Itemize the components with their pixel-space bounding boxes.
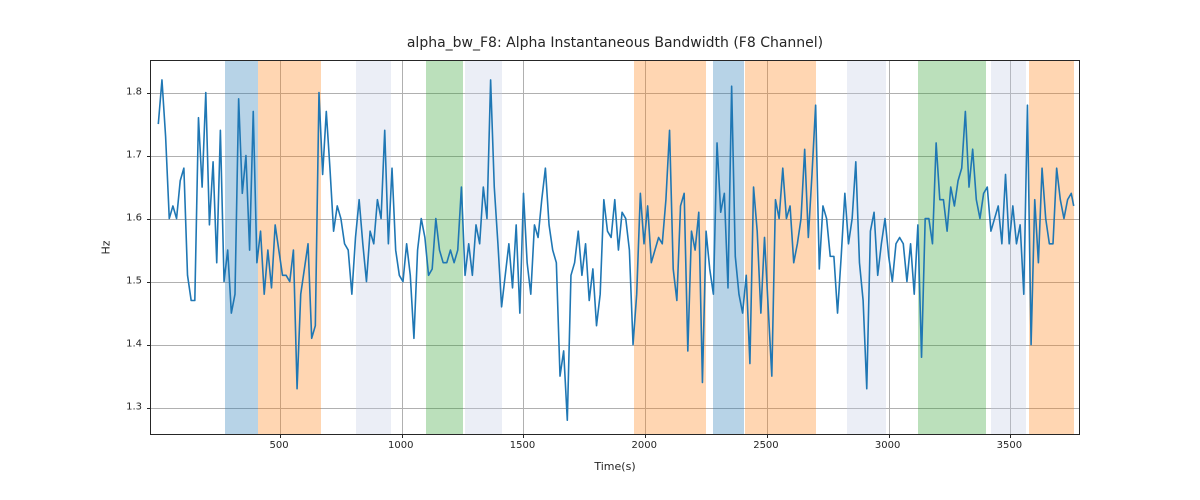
- y-axis-label: Hz: [98, 60, 114, 435]
- plot-axes: [150, 60, 1080, 435]
- x-tick-label: 3500: [997, 440, 1022, 451]
- y-tick-label: 1.5: [126, 275, 142, 286]
- y-tick-label: 1.7: [126, 149, 142, 160]
- plot-area: [151, 61, 1079, 434]
- y-tick-label: 1.4: [126, 338, 142, 349]
- x-tick-label: 3000: [875, 440, 900, 451]
- x-tick-label: 1000: [388, 440, 413, 451]
- x-tick-label: 1500: [510, 440, 535, 451]
- x-tick-label: 2000: [631, 440, 656, 451]
- y-tick-label: 1.3: [126, 401, 142, 412]
- y-tick-label: 1.6: [126, 212, 142, 223]
- figure: alpha_bw_F8: Alpha Instantaneous Bandwid…: [0, 0, 1200, 500]
- x-tick-label: 500: [269, 440, 288, 451]
- x-tick-label: 2500: [753, 440, 778, 451]
- line-series: [151, 61, 1081, 436]
- y-tick-label: 1.8: [126, 86, 142, 97]
- chart-title: alpha_bw_F8: Alpha Instantaneous Bandwid…: [150, 35, 1080, 51]
- x-axis-label: Time(s): [150, 460, 1080, 473]
